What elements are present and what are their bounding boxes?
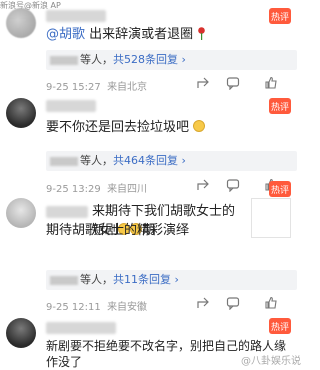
smile-emoji-icon bbox=[193, 120, 206, 132]
username[interactable] bbox=[46, 322, 116, 334]
hot-badge-icon: 热评 bbox=[269, 98, 291, 114]
sticker-image[interactable] bbox=[251, 198, 291, 238]
svg-text:热评: 热评 bbox=[271, 184, 289, 196]
comment-meta: 9-25 13:29 来自四川 bbox=[46, 184, 148, 195]
watermark-text: @八卦娱乐说 bbox=[241, 356, 301, 367]
avatar[interactable] bbox=[6, 8, 36, 38]
rose-emoji-icon bbox=[198, 27, 206, 40]
comment-meta: 9-25 15:27 来自北京 bbox=[46, 82, 148, 93]
comment-text: @胡歌 出来辞演或者退圈 bbox=[46, 25, 297, 44]
svg-text:热评: 热评 bbox=[271, 11, 289, 23]
svg-text:热评: 热评 bbox=[271, 101, 289, 113]
reply-count-link[interactable]: 共464条回复 bbox=[113, 154, 178, 167]
hot-badge-icon: 热评 bbox=[269, 318, 291, 334]
avatar[interactable] bbox=[6, 98, 36, 128]
comment-text: 要不你还是回去捡垃圾吧 bbox=[46, 118, 297, 137]
reply-username bbox=[50, 55, 78, 65]
share-icon[interactable] bbox=[196, 296, 210, 310]
comment-icon[interactable] bbox=[226, 296, 240, 310]
reply-count-link[interactable]: 共11条回复 bbox=[113, 273, 171, 286]
comment-icon[interactable] bbox=[226, 76, 240, 90]
share-icon[interactable] bbox=[196, 76, 210, 90]
reply-username bbox=[50, 275, 78, 285]
like-icon[interactable] bbox=[264, 296, 278, 310]
reply-count-link[interactable]: 共528条回复 bbox=[113, 53, 178, 66]
username[interactable] bbox=[46, 10, 106, 22]
username[interactable] bbox=[46, 100, 96, 112]
share-icon[interactable] bbox=[196, 178, 210, 192]
reply-box[interactable]: 等人，共528条回复 › bbox=[46, 50, 297, 70]
reply-username bbox=[50, 156, 78, 166]
hot-badge-icon: 热评 bbox=[269, 181, 291, 197]
username[interactable] bbox=[46, 206, 88, 218]
reply-box[interactable]: 等人，共464条回复 › bbox=[46, 151, 297, 171]
comment-text-line2: 期待胡歌女士的精彩演绎 bbox=[46, 223, 190, 238]
mention-link[interactable]: @胡歌 bbox=[46, 27, 85, 42]
svg-text:热评: 热评 bbox=[271, 321, 289, 333]
comment-icon[interactable] bbox=[226, 178, 240, 192]
avatar[interactable] bbox=[6, 318, 36, 348]
hot-badge-icon: 热评 bbox=[269, 8, 291, 24]
reply-box[interactable]: 等人，共11条回复 › bbox=[46, 270, 297, 290]
like-icon[interactable] bbox=[264, 76, 278, 90]
comment-meta: 9-25 12:11 来自安徽 bbox=[46, 302, 148, 313]
avatar[interactable] bbox=[6, 198, 36, 228]
